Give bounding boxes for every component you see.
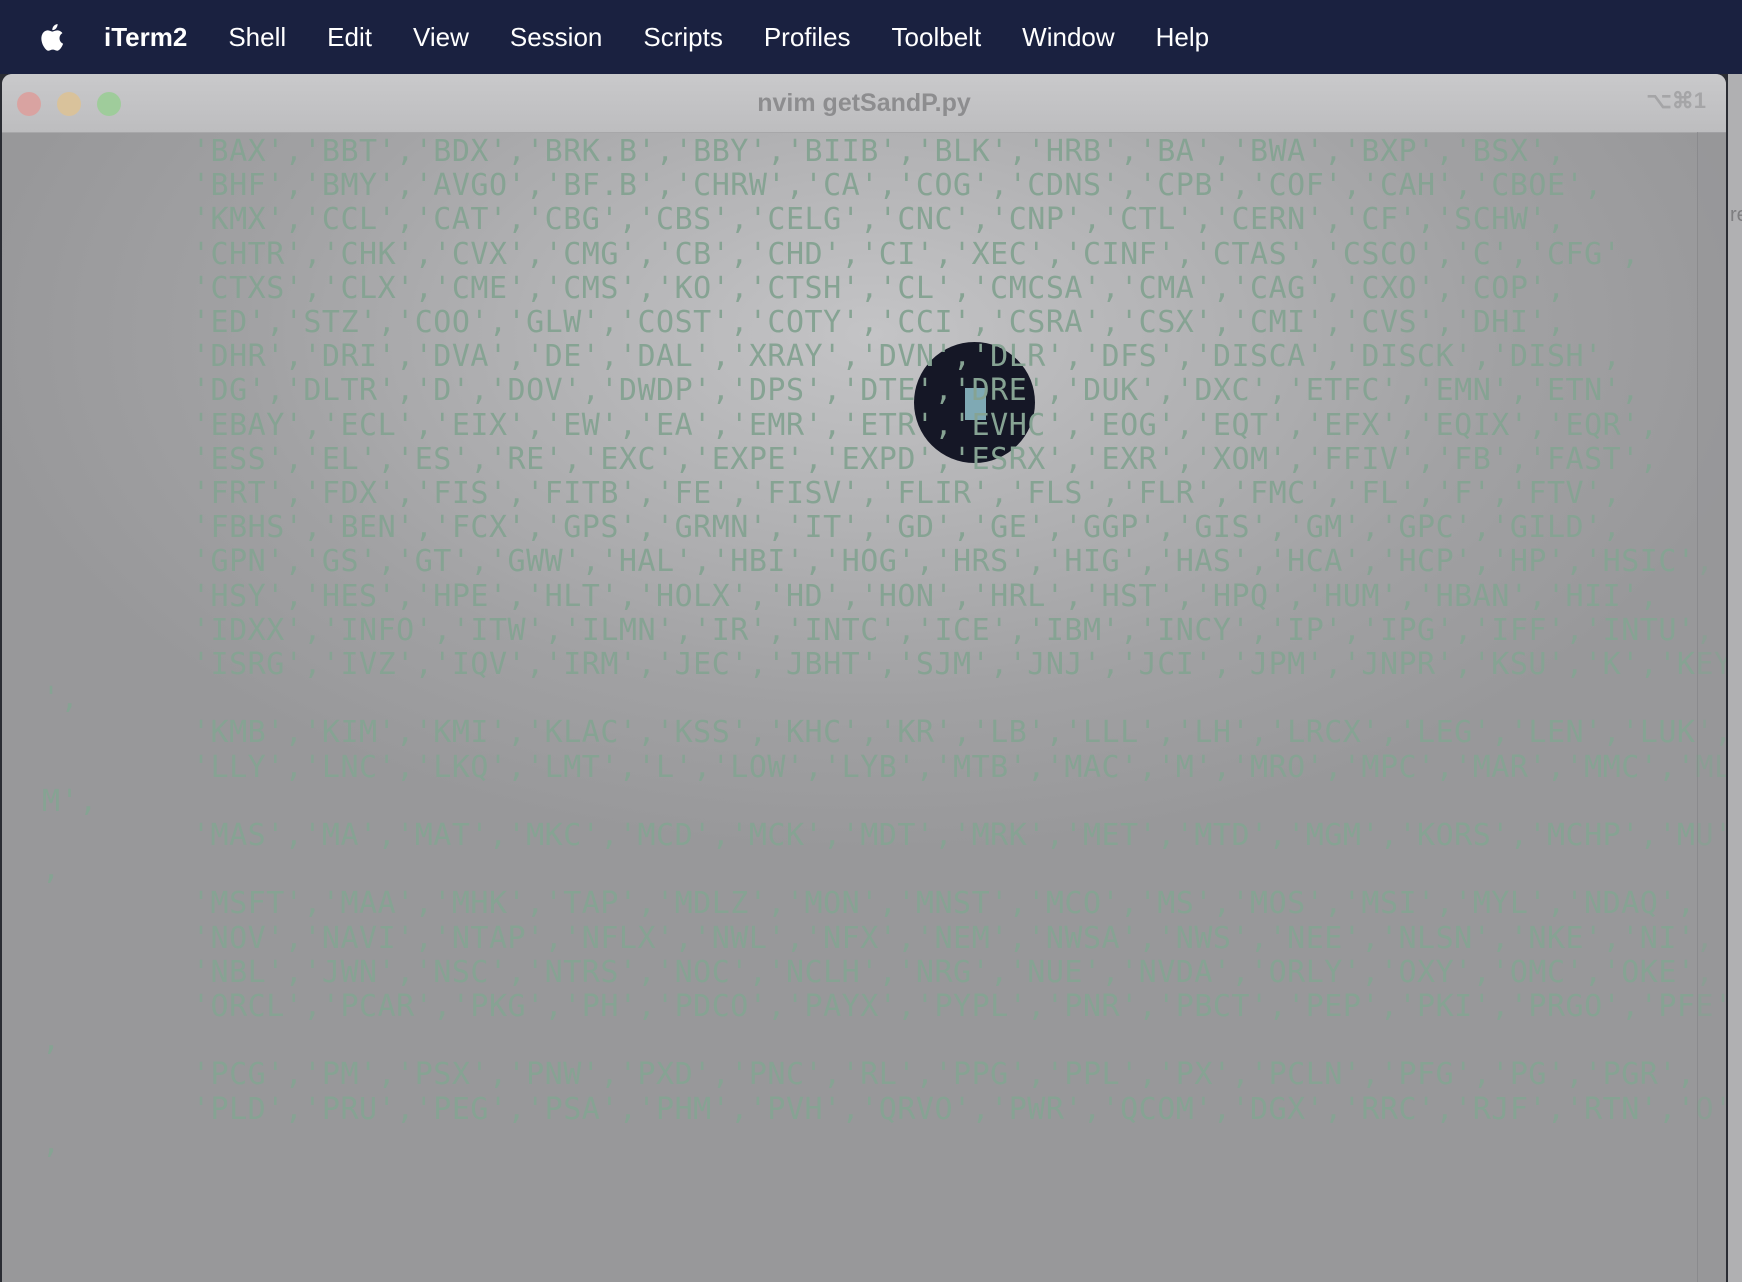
code-line: 'ESS','EL','ES','RE','EXC','EXPE','EXPD'… <box>192 441 1659 477</box>
code-line: 'LLY','LNC','LKQ','LMT','L','LOW','LYB',… <box>192 749 1726 785</box>
apple-logo-icon[interactable] <box>38 21 68 53</box>
close-window-button[interactable] <box>17 92 41 116</box>
editor-buffer[interactable]: 'BAX','BBT','BDX','BRK.B','BBY','BIIB','… <box>2 132 1726 1282</box>
code-line: 'CHTR','CHK','CVX','CMG','CB','CHD','CI'… <box>192 236 1640 272</box>
code-line: 'KMB','KIM','KMI','KLAC','KSS','KHC','KR… <box>192 715 1726 751</box>
code-line: 'HSY','HES','HPE','HLT','HOLX','HD','HON… <box>192 578 1659 614</box>
menu-window[interactable]: Window <box>1022 22 1114 53</box>
menu-edit[interactable]: Edit <box>327 22 372 53</box>
menu-profiles[interactable]: Profiles <box>764 22 851 53</box>
menu-shell[interactable]: Shell <box>228 22 286 53</box>
code-line: 'DHR','DRI','DVA','DE','DAL','XRAY','DVN… <box>192 339 1622 375</box>
window-title: nvim getSandP.py <box>757 88 971 117</box>
code-line: 'FRT','FDX','FIS','FITB','FE','FISV','FL… <box>192 476 1622 511</box>
menu-scripts[interactable]: Scripts <box>643 22 722 53</box>
minimize-window-button[interactable] <box>57 92 81 116</box>
adjacent-window-text: re <box>1730 204 1742 226</box>
code-line: 'ORCL','PCAR','PKG','PH','PDCO','PAYX','… <box>192 989 1726 1024</box>
code-line: 'BHF','BMY','AVGO','BF.B','CHRW','CA','C… <box>192 168 1603 204</box>
code-line: 'DG','DLTR','D','DOV','DWDP','DPS','DTE'… <box>192 373 1640 409</box>
scrollbar[interactable] <box>1697 132 1726 1282</box>
code-line: 'FBHS','BEN','FCX','GPS','GRMN','IT','GD… <box>192 510 1622 546</box>
code-line: ', <box>42 681 80 717</box>
menu-iterm2[interactable]: iTerm2 <box>104 22 187 53</box>
zoom-window-button[interactable] <box>97 92 121 116</box>
code-line: 'ISRG','IVZ','IQV','IRM','JEC','JBHT','S… <box>192 647 1726 682</box>
menu-session[interactable]: Session <box>510 22 603 53</box>
code-line: 'BAX','BBT','BDX','BRK.B','BBY','BIIB','… <box>192 134 1566 169</box>
terminal-window: nvim getSandP.py ⌥⌘1 'BAX','BBT','BDX','… <box>2 74 1726 1282</box>
code-line: , <box>42 1125 61 1161</box>
tab-shortcut-label: ⌥⌘1 <box>1646 88 1706 113</box>
code-line: 'GPN','GS','GT','GWW','HAL','HBI','HOG',… <box>192 544 1715 580</box>
code-line: , <box>42 852 61 888</box>
code-line: 'PCG','PM','PSX','PNW','PXD','PNC','RL',… <box>192 1057 1696 1093</box>
code-line: 'EBAY','ECL','EIX','EW','EA','EMR','ETR'… <box>192 407 1659 443</box>
code-line: 'KMX','CCL','CAT','CBG','CBS','CELG','CN… <box>192 202 1566 238</box>
code-line: , <box>42 1023 61 1059</box>
code-line: 'NOV','NAVI','NTAP','NFLX','NWL','NFX','… <box>192 920 1715 956</box>
code-line: M', <box>42 783 98 819</box>
code-line: 'ED','STZ','COO','GLW','COST','COTY','CC… <box>192 305 1566 340</box>
code-line: 'PLD','PRU','PEG','PSA','PHM','PVH','QRV… <box>192 1091 1726 1127</box>
menu-toolbelt[interactable]: Toolbelt <box>892 22 982 53</box>
code-line: 'NBL','JWN','NSC','NTRS','NOC','NCLH','N… <box>192 954 1715 990</box>
menu-bar: iTerm2 Shell Edit View Session Scripts P… <box>0 0 1742 74</box>
code-line: 'IDXX','INFO','ITW','ILMN','IR','INTC','… <box>192 612 1715 648</box>
adjacent-window-edge: re <box>1728 74 1742 1282</box>
menu-help[interactable]: Help <box>1156 22 1209 53</box>
menu-view[interactable]: View <box>413 22 469 53</box>
code-line: 'MSFT','MAA','MHK','TAP','MDLZ','MON','M… <box>192 886 1696 922</box>
code-line: 'MAS','MA','MAT','MKC','MCD','MCK','MDT'… <box>192 818 1726 853</box>
code-line: 'CTXS','CLX','CME','CMS','KO','CTSH','CL… <box>192 270 1566 306</box>
window-titlebar[interactable]: nvim getSandP.py ⌥⌘1 <box>2 74 1726 133</box>
